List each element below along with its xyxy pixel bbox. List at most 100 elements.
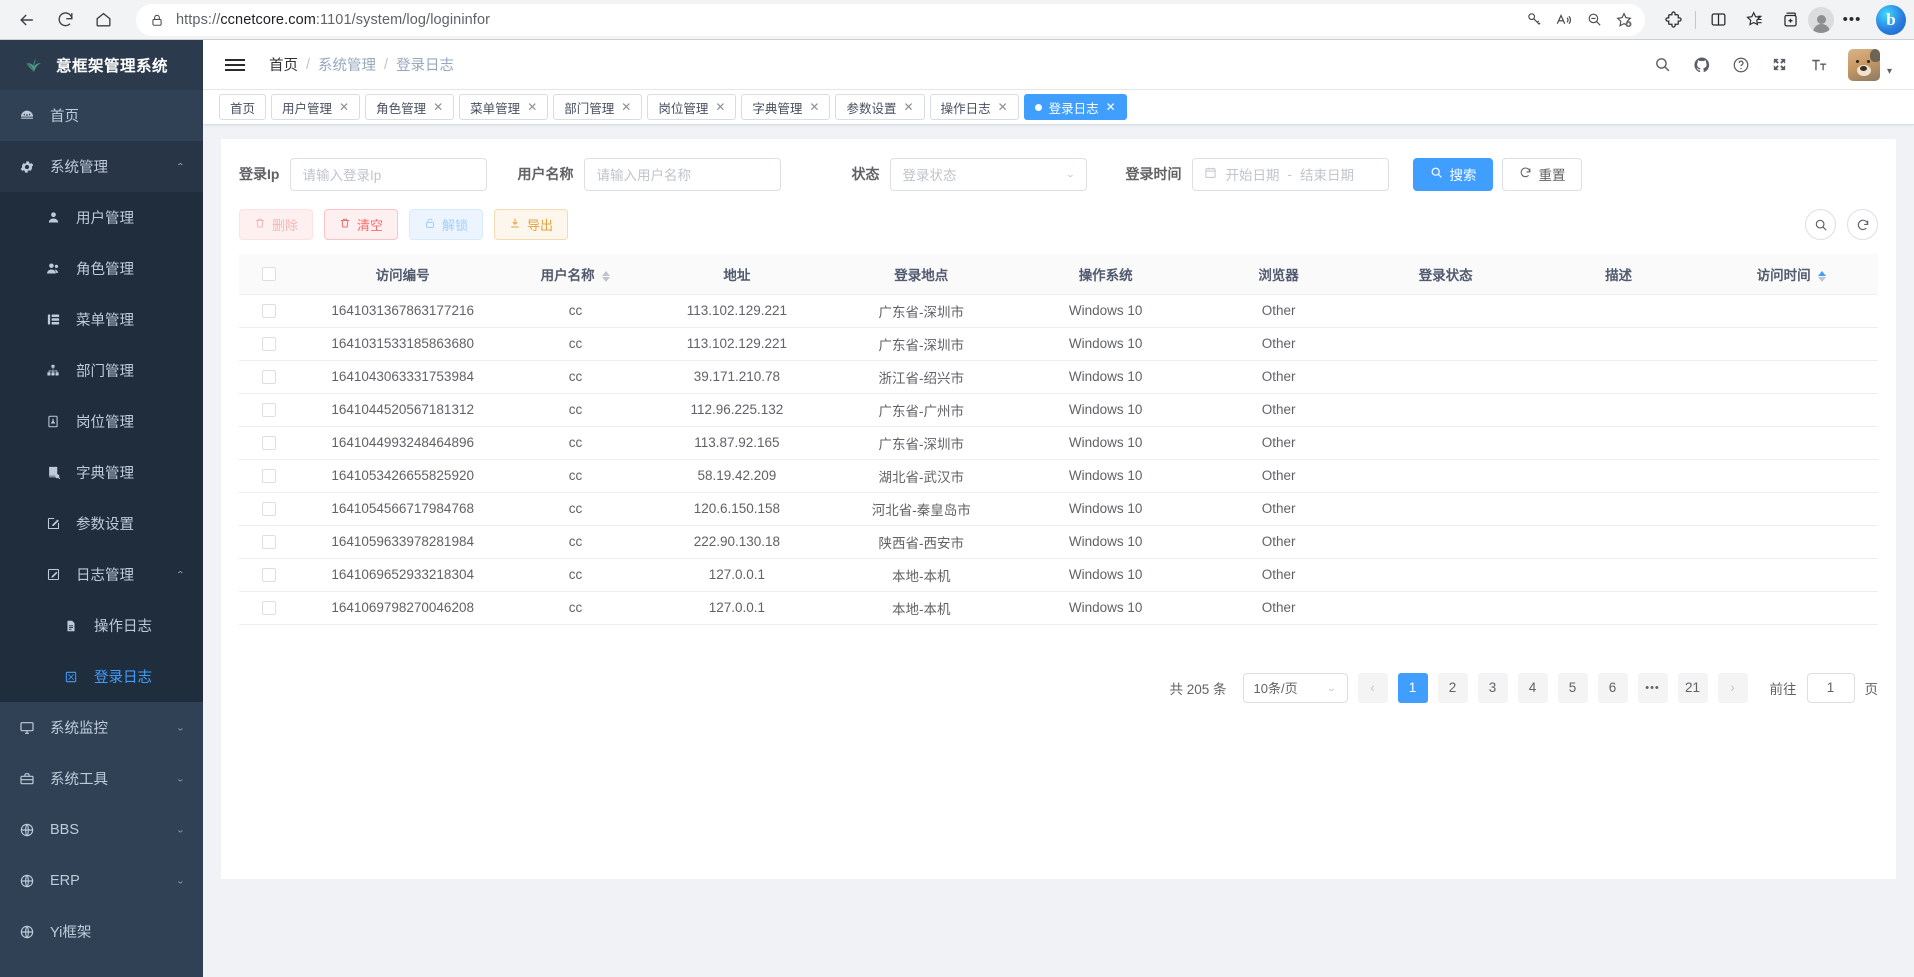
key-icon[interactable] (1519, 6, 1549, 34)
close-icon[interactable]: ✕ (621, 101, 631, 113)
sidebar-item-menu-management[interactable]: 菜单管理 (0, 294, 203, 345)
home-icon[interactable] (84, 4, 122, 36)
table-row[interactable]: 1641031533185863680cc113.102.129.221广东省-… (239, 327, 1878, 360)
table-row[interactable]: 1641044993248464896cc113.87.92.165广东省-深圳… (239, 426, 1878, 459)
select-login-status[interactable]: 登录状态 ⌄ (890, 158, 1087, 191)
toggle-search-icon[interactable] (1805, 209, 1836, 240)
github-icon[interactable] (1692, 55, 1712, 75)
close-icon[interactable]: ✕ (998, 101, 1008, 113)
close-icon[interactable]: ✕ (809, 101, 819, 113)
page-button-2[interactable]: 2 (1438, 673, 1468, 703)
chevron-down-icon[interactable]: ▾ (1887, 66, 1892, 77)
sidebar-item-system-tools[interactable]: 系统工具 ⌄ (0, 753, 203, 804)
sidebar-item-bbs[interactable]: BBS ⌄ (0, 804, 203, 855)
row-checkbox[interactable] (262, 469, 276, 483)
table-row[interactable]: 1641053426655825920cc58.19.42.209湖北省-武汉市… (239, 459, 1878, 492)
zoom-out-icon[interactable] (1579, 6, 1609, 34)
page-size-select[interactable]: 10条/页 ⌄ (1243, 673, 1348, 703)
table-row[interactable]: 1641043063331753984cc39.171.210.78浙江省-绍兴… (239, 360, 1878, 393)
favorites-icon[interactable] (1736, 4, 1772, 36)
page-button-21[interactable]: 21 (1678, 673, 1708, 703)
breadcrumb-item-home[interactable]: 首页 (269, 54, 298, 75)
tab-post-management[interactable]: 岗位管理 ✕ (647, 94, 736, 120)
delete-button[interactable]: 删除 (239, 209, 313, 240)
sidebar-logo[interactable]: 意框架管理系统 (0, 40, 203, 90)
sidebar-item-home[interactable]: 首页 (0, 90, 203, 141)
sidebar-item-log-management[interactable]: 日志管理 ⌃ (0, 549, 203, 600)
row-checkbox[interactable] (262, 535, 276, 549)
refresh-table-icon[interactable] (1847, 209, 1878, 240)
row-checkbox[interactable] (262, 601, 276, 615)
next-page-button[interactable]: › (1718, 673, 1748, 703)
table-row[interactable]: 1641031367863177216cc113.102.129.221广东省-… (239, 294, 1878, 327)
tab-home[interactable]: 首页 (219, 94, 266, 120)
reload-icon[interactable] (46, 4, 84, 36)
search-icon[interactable] (1653, 55, 1673, 75)
table-row[interactable]: 1641044520567181312cc112.96.225.132广东省-广… (239, 393, 1878, 426)
hamburger-menu-icon[interactable] (225, 59, 251, 71)
prev-page-button[interactable]: ‹ (1358, 673, 1388, 703)
font-size-icon[interactable] (1809, 55, 1829, 75)
page-button-4[interactable]: 4 (1518, 673, 1548, 703)
bing-copilot-icon[interactable]: b (1876, 5, 1906, 35)
tab-user-management[interactable]: 用户管理 ✕ (271, 94, 360, 120)
page-ellipsis-button[interactable]: ••• (1638, 673, 1668, 703)
row-checkbox[interactable] (262, 568, 276, 582)
tab-dictionary-management[interactable]: 字典管理 ✕ (741, 94, 830, 120)
column-header-access-time[interactable]: 访问时间 (1705, 254, 1878, 294)
sidebar-item-dictionary-management[interactable]: 字典管理 (0, 447, 203, 498)
table-row[interactable]: 1641059633978281984cc222.90.130.18陕西省-西安… (239, 525, 1878, 558)
more-options-icon[interactable]: ••• (1834, 4, 1870, 36)
avatar[interactable] (1848, 49, 1880, 81)
row-checkbox[interactable] (262, 436, 276, 450)
profile-avatar-icon[interactable] (1808, 7, 1834, 33)
column-header-user-name[interactable]: 用户名称 (506, 254, 644, 294)
search-input-user-name[interactable]: 请输入用户名称 (584, 158, 781, 191)
search-button[interactable]: 搜索 (1413, 158, 1493, 191)
sort-toggle-icon[interactable] (1818, 271, 1826, 282)
sidebar-item-operation-log[interactable]: 操作日志 (0, 600, 203, 651)
sidebar-item-yi-framework[interactable]: Yi框架 (0, 906, 203, 957)
collections-icon[interactable] (1772, 4, 1808, 36)
table-row[interactable]: 1641054566717984768cc120.6.150.158河北省-秦皇… (239, 492, 1878, 525)
sort-toggle-icon[interactable] (602, 271, 610, 282)
page-button-3[interactable]: 3 (1478, 673, 1508, 703)
export-button[interactable]: 导出 (494, 209, 568, 240)
page-button-1[interactable]: 1 (1398, 673, 1428, 703)
row-checkbox[interactable] (262, 337, 276, 351)
tab-department-management[interactable]: 部门管理 ✕ (553, 94, 642, 120)
sidebar-item-login-log[interactable]: 登录日志 (0, 651, 203, 702)
row-checkbox[interactable] (262, 403, 276, 417)
split-screen-icon[interactable] (1700, 4, 1736, 36)
tab-login-log[interactable]: 登录日志 ✕ (1024, 94, 1127, 120)
sidebar-item-post-management[interactable]: 岗位管理 (0, 396, 203, 447)
breadcrumb-item-system[interactable]: 系统管理 (318, 54, 376, 75)
reset-button[interactable]: 重置 (1502, 158, 1582, 191)
sidebar-item-department-management[interactable]: 部门管理 (0, 345, 203, 396)
page-button-5[interactable]: 5 (1558, 673, 1588, 703)
sidebar-item-parameter-settings[interactable]: 参数设置 (0, 498, 203, 549)
fullscreen-icon[interactable] (1770, 55, 1790, 75)
search-input-login-ip[interactable]: 请输入登录Ip (290, 158, 487, 191)
close-icon[interactable]: ✕ (433, 101, 443, 113)
table-row[interactable]: 1641069798270046208cc127.0.0.1本地-本机Windo… (239, 591, 1878, 624)
table-row[interactable]: 1641069652933218304cc127.0.0.1本地-本机Windo… (239, 558, 1878, 591)
row-checkbox[interactable] (262, 370, 276, 384)
help-circle-icon[interactable] (1731, 55, 1751, 75)
row-checkbox[interactable] (262, 502, 276, 516)
jump-to-input[interactable]: 1 (1807, 673, 1855, 703)
read-aloud-icon[interactable] (1549, 6, 1579, 34)
tab-role-management[interactable]: 角色管理 ✕ (365, 94, 454, 120)
add-favorite-icon[interactable] (1609, 6, 1639, 34)
tab-operation-log[interactable]: 操作日志 ✕ (930, 94, 1019, 120)
clear-button[interactable]: 清空 (324, 209, 398, 240)
close-icon[interactable]: ✕ (527, 101, 537, 113)
select-all-checkbox[interactable] (262, 267, 276, 281)
tab-menu-management[interactable]: 菜单管理 ✕ (459, 94, 548, 120)
row-checkbox[interactable] (262, 304, 276, 318)
close-icon[interactable]: ✕ (1106, 101, 1116, 113)
date-range-picker[interactable]: 开始日期 - 结束日期 (1192, 158, 1389, 191)
extensions-icon[interactable] (1655, 4, 1691, 36)
close-icon[interactable]: ✕ (904, 101, 914, 113)
sidebar-item-system-management[interactable]: 系统管理 ⌃ (0, 141, 203, 192)
